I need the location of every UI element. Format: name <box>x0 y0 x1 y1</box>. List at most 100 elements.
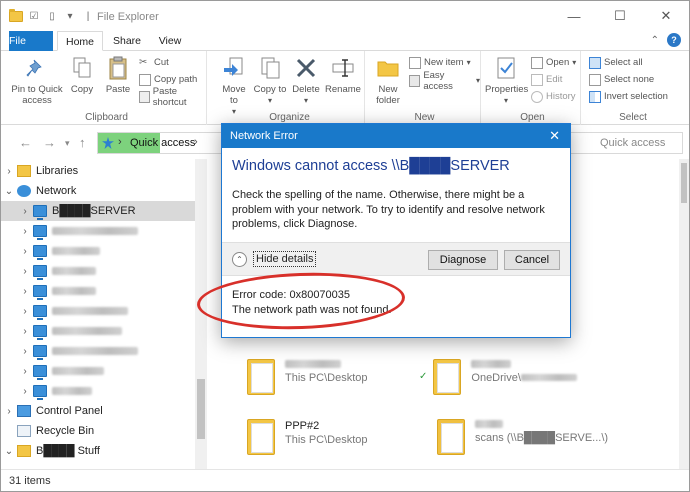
nav-item-network-computer[interactable]: › <box>1 381 195 401</box>
redacted-label <box>52 247 100 255</box>
paste-shortcut-button[interactable]: Paste shortcut <box>139 86 206 108</box>
edit-button[interactable]: Edit <box>531 72 562 87</box>
cut-button[interactable]: ✂ Cut <box>139 55 169 70</box>
tab-file[interactable]: File <box>9 31 53 51</box>
control-panel-icon <box>17 405 31 417</box>
maximize-button[interactable]: ☐ <box>597 1 643 31</box>
file-item[interactable]: This PC\Desktop <box>247 359 368 395</box>
nav-item-network-computer[interactable]: › <box>1 221 195 241</box>
nav-item-network-computer[interactable]: › <box>1 281 195 301</box>
history-button[interactable]: History <box>531 89 576 104</box>
tab-home[interactable]: Home <box>57 31 103 51</box>
up-arrow-icon[interactable]: ↑ <box>79 135 86 150</box>
chevron-right-icon[interactable]: › <box>17 286 33 297</box>
chevron-right-icon[interactable]: › <box>17 306 33 317</box>
nav-item-network-computer[interactable]: › <box>1 261 195 281</box>
new-folder-label: New folder <box>376 84 400 106</box>
back-arrow-icon[interactable]: ← <box>19 135 32 150</box>
open-button[interactable]: Open ▾ <box>531 55 576 70</box>
history-label: History <box>546 91 576 102</box>
pin-quick-access-button[interactable]: Pin to Quick access <box>11 55 63 106</box>
properties-icon[interactable]: ☑ <box>27 9 41 23</box>
chevron-up-icon[interactable]: ⌃ <box>651 35 659 46</box>
chevron-down-icon: ▾ <box>572 58 577 67</box>
copy-to-button[interactable]: Copy to ▾ <box>253 55 287 106</box>
cancel-button[interactable]: Cancel <box>504 250 560 270</box>
forward-arrow-icon[interactable]: → <box>43 135 56 150</box>
chevron-down-icon[interactable]: ▾ <box>63 9 77 23</box>
select-all-button[interactable]: Select all <box>589 55 643 70</box>
recycle-bin-icon <box>17 425 31 437</box>
recent-chevron-icon[interactable]: ▾ <box>65 138 70 149</box>
file-item[interactable]: scans (\\B████SERVE...\) <box>437 419 608 455</box>
content-scrollbar[interactable] <box>679 159 689 469</box>
close-icon[interactable]: ✕ <box>549 128 560 144</box>
chevron-right-icon[interactable]: › <box>17 386 33 397</box>
tab-share[interactable]: Share <box>107 31 147 51</box>
new-folder-button[interactable]: New folder <box>371 55 405 106</box>
new-item-button[interactable]: New item ▾ <box>409 55 471 70</box>
file-location: This PC\Desktop <box>285 434 368 446</box>
nav-item-network-computer[interactable]: › <box>1 241 195 261</box>
properties-button[interactable]: Properties ▾ <box>485 55 528 106</box>
move-to-button[interactable]: Move to ▾ <box>219 55 249 117</box>
pin-label: Pin to Quick access <box>11 84 63 106</box>
nav-item-network-computer[interactable]: › <box>1 321 195 341</box>
diagnose-button[interactable]: Diagnose <box>428 250 498 270</box>
chevron-down-icon: ▾ <box>475 76 480 85</box>
nav-item-network[interactable]: ⌄ Network <box>1 181 195 201</box>
new-folder-icon[interactable]: ▯ <box>45 9 59 23</box>
chevron-up-icon[interactable]: ⌃ <box>232 251 247 267</box>
pin-icon <box>24 55 50 81</box>
new-folder-icon <box>375 55 401 81</box>
history-icon <box>531 90 543 103</box>
chevron-right-icon[interactable]: › <box>194 136 198 148</box>
chevron-down-icon[interactable]: ⌄ <box>1 446 17 457</box>
delete-button[interactable]: Delete ▾ <box>291 55 321 106</box>
nav-item-network-computer[interactable]: › <box>1 361 195 381</box>
copy-button[interactable]: Copy <box>67 55 97 95</box>
paste-button[interactable]: Paste <box>103 55 133 95</box>
chevron-right-icon[interactable]: › <box>17 206 33 217</box>
chevron-right-icon[interactable]: › <box>17 346 33 357</box>
chevron-right-icon[interactable]: › <box>1 406 17 417</box>
rename-button[interactable]: Rename <box>325 55 361 95</box>
copy-to-icon <box>257 55 283 81</box>
chevron-right-icon[interactable]: › <box>17 226 33 237</box>
computer-icon <box>33 205 47 220</box>
easy-access-button[interactable]: Easy access ▾ <box>409 70 480 92</box>
chevron-right-icon[interactable]: › <box>17 246 33 257</box>
close-button[interactable]: ✕ <box>643 1 689 31</box>
hide-details-label[interactable]: Hide details <box>253 251 317 267</box>
tab-view[interactable]: View <box>151 31 189 51</box>
file-item[interactable]: ✓ OneDrive\ <box>419 359 577 395</box>
nav-item-control-panel[interactable]: › Control Panel <box>1 401 195 421</box>
quick-access-toolbar: ☑ ▯ ▾ | <box>9 8 95 23</box>
easy-access-label: Easy access <box>423 69 453 92</box>
invert-selection-button[interactable]: Invert selection <box>589 89 668 104</box>
chevron-right-icon[interactable]: › <box>17 366 33 377</box>
scrollbar-thumb[interactable] <box>197 379 205 439</box>
file-name: PPP#2 <box>285 420 320 432</box>
computer-icon <box>33 305 47 320</box>
file-item[interactable]: PPP#2 This PC\Desktop <box>247 419 368 455</box>
chevron-down-icon[interactable]: ⌄ <box>1 186 17 197</box>
nav-item-network-computer[interactable]: › <box>1 341 195 361</box>
help-icon[interactable]: ? <box>667 33 681 47</box>
minimize-button[interactable]: — <box>551 1 597 31</box>
hide-details-toggle[interactable]: ⌃ Hide details <box>232 251 317 267</box>
nav-item-server[interactable]: › B████SERVER <box>1 201 195 221</box>
address-location[interactable]: Quick access <box>130 137 195 149</box>
nav-item-network-computer[interactable]: › <box>1 301 195 321</box>
navigation-pane: › Libraries ⌄ Network › B████SERVER › › … <box>1 159 207 469</box>
select-none-button[interactable]: Select none <box>589 72 654 87</box>
chevron-right-icon[interactable]: › <box>17 266 33 277</box>
nav-item-stuff[interactable]: ⌄ B████ Stuff <box>1 441 195 461</box>
chevron-down-icon: ▾ <box>267 96 272 105</box>
chevron-right-icon[interactable]: › <box>17 326 33 337</box>
nav-item-recycle-bin[interactable]: Recycle Bin <box>1 421 195 441</box>
chevron-right-icon[interactable]: › <box>1 166 17 177</box>
nav-item-libraries[interactable]: › Libraries <box>1 161 195 181</box>
search-input[interactable]: Quick access <box>561 132 683 154</box>
folder-icon <box>9 8 23 22</box>
